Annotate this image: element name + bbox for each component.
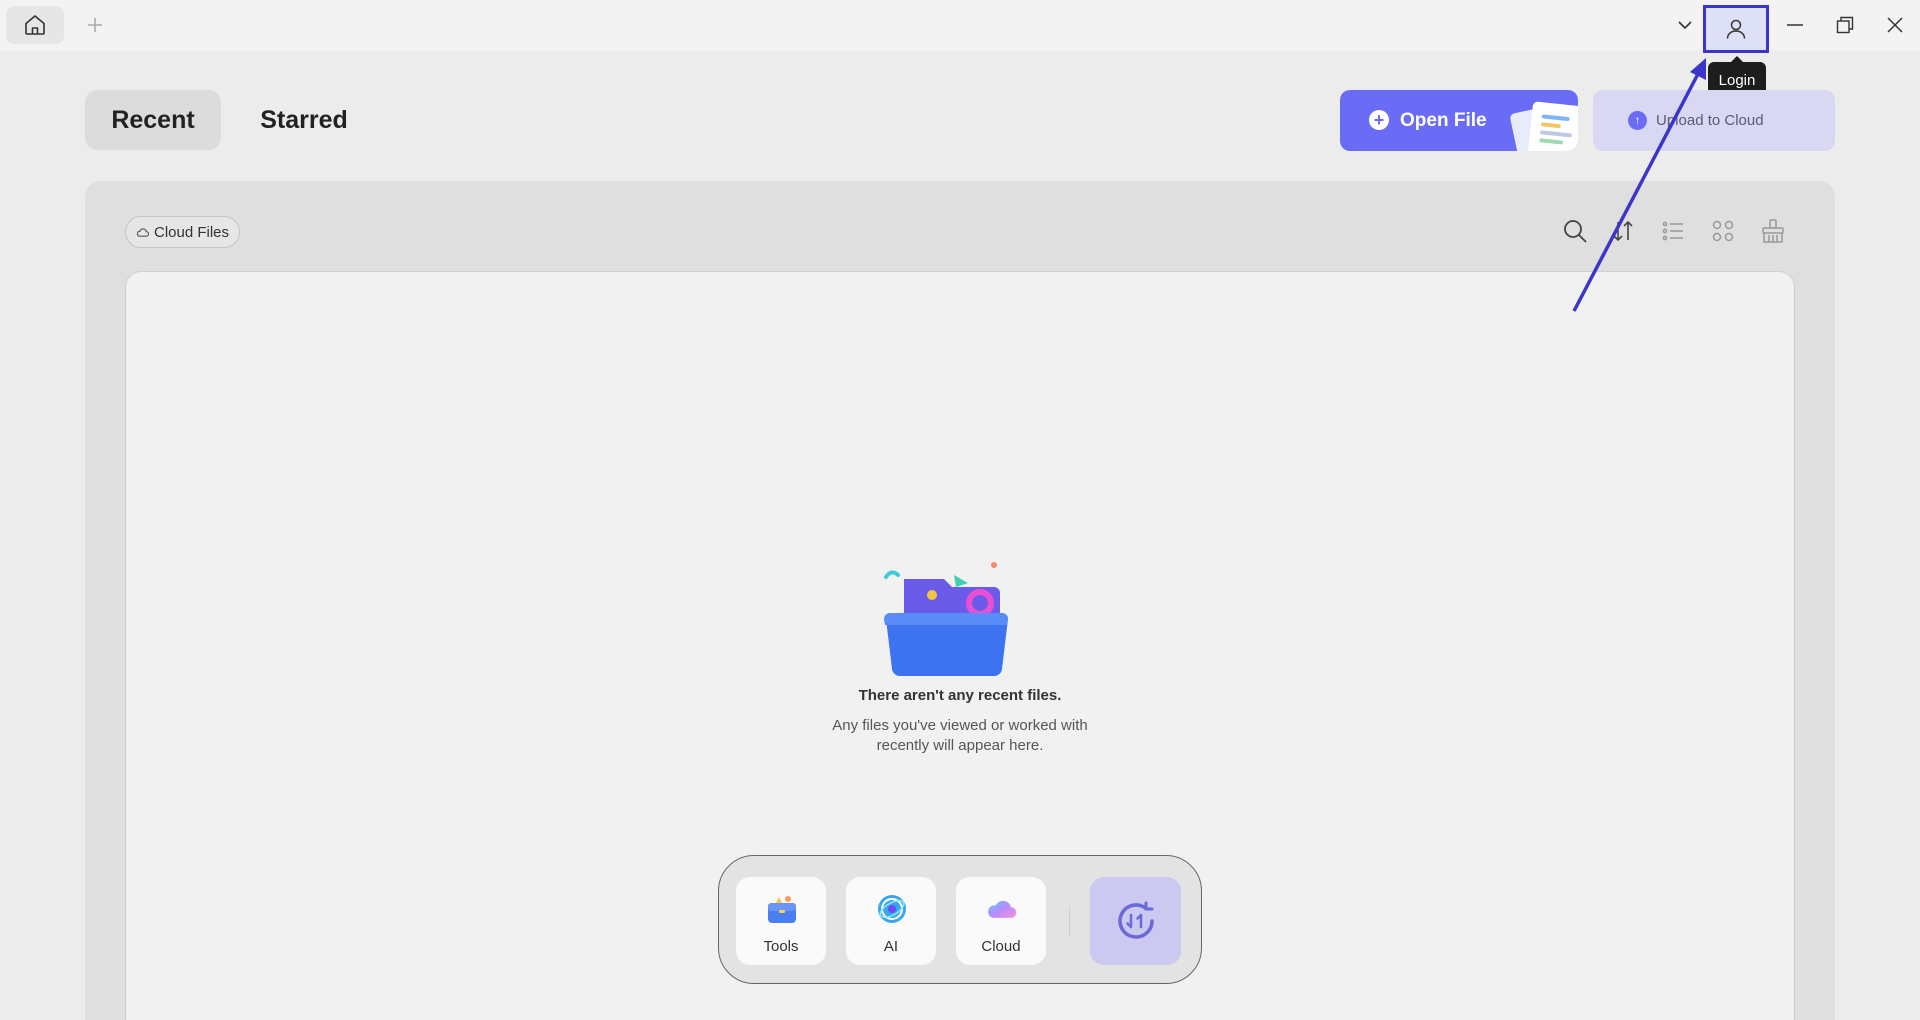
upload-to-cloud-label: Upload to Cloud bbox=[1656, 112, 1764, 129]
cloud-icon bbox=[988, 900, 1017, 918]
plus-circle-icon: + bbox=[1369, 110, 1389, 130]
cloud-icon bbox=[136, 227, 149, 237]
sort-icon bbox=[1613, 220, 1633, 242]
user-icon bbox=[1726, 19, 1746, 39]
list-view-icon bbox=[1662, 221, 1683, 241]
search-button[interactable] bbox=[1558, 214, 1592, 248]
close-button[interactable] bbox=[1880, 10, 1910, 40]
clear-button[interactable] bbox=[1756, 214, 1790, 248]
tab-recent[interactable]: Recent bbox=[85, 90, 221, 150]
upload-to-cloud-button[interactable]: ↑ Upload to Cloud bbox=[1593, 90, 1835, 151]
open-file-label: Open File bbox=[1400, 110, 1487, 131]
search-icon bbox=[1564, 220, 1587, 243]
tabs-dropdown-button[interactable] bbox=[1670, 10, 1700, 40]
title-bar bbox=[0, 0, 1920, 53]
dock-tools-button[interactable]: Tools bbox=[736, 877, 826, 965]
cloud-files-label: Cloud Files bbox=[153, 223, 230, 241]
grid-view-icon bbox=[1712, 220, 1734, 242]
minimize-button[interactable] bbox=[1780, 10, 1810, 40]
empty-state-title: There aren't any recent files. bbox=[858, 687, 1062, 704]
open-file-button[interactable]: + Open File bbox=[1340, 90, 1578, 151]
empty-folder-illustration bbox=[884, 562, 1008, 677]
empty-state-description: Any files you've viewed or worked with r… bbox=[126, 716, 1794, 756]
list-view-button[interactable] bbox=[1656, 214, 1690, 248]
plus-icon bbox=[88, 18, 102, 32]
dock-sync-button[interactable] bbox=[1090, 877, 1181, 965]
new-tab-button[interactable] bbox=[80, 10, 110, 40]
dock-cloud-label: Cloud bbox=[981, 938, 1021, 955]
tab-starred[interactable]: Starred bbox=[245, 90, 363, 150]
home-icon bbox=[25, 15, 45, 35]
grid-view-button[interactable] bbox=[1706, 214, 1740, 248]
restore-button[interactable] bbox=[1830, 10, 1860, 40]
dock-tools-label: Tools bbox=[763, 938, 799, 955]
broom-icon bbox=[1762, 219, 1784, 243]
empty-state-line: recently will appear here. bbox=[876, 737, 1044, 754]
upload-arrow-icon: ↑ bbox=[1628, 111, 1647, 130]
close-icon bbox=[1887, 17, 1903, 33]
document-illustration bbox=[1527, 101, 1578, 151]
sort-button[interactable] bbox=[1606, 214, 1640, 248]
sync-icon bbox=[1117, 901, 1154, 939]
login-button[interactable] bbox=[1703, 5, 1769, 53]
toolbox-icon bbox=[768, 896, 796, 923]
minimize-icon bbox=[1787, 24, 1803, 26]
chevron-down-icon bbox=[1678, 21, 1692, 30]
dock-cloud-button[interactable]: Cloud bbox=[956, 877, 1046, 965]
dock-ai-label: AI bbox=[883, 938, 899, 955]
home-tab[interactable] bbox=[6, 6, 64, 44]
bottom-dock: Tools AI Cloud bbox=[718, 855, 1202, 984]
ai-orb-icon bbox=[878, 895, 906, 923]
dock-divider bbox=[1069, 906, 1070, 936]
cloud-files-chip[interactable]: Cloud Files bbox=[125, 216, 240, 248]
empty-state-line: Any files you've viewed or worked with bbox=[832, 717, 1088, 734]
dock-ai-button[interactable]: AI bbox=[846, 877, 936, 965]
restore-icon bbox=[1836, 16, 1854, 34]
